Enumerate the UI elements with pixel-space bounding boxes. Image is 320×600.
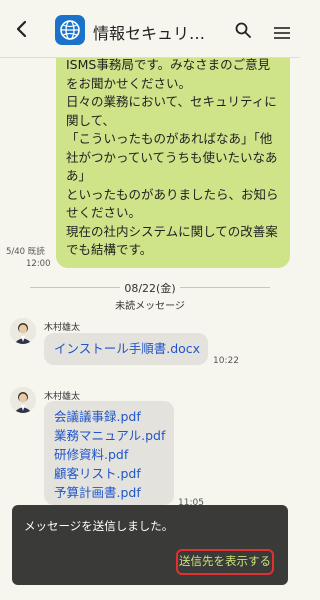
unread-separator: 未読メッセージ <box>30 297 270 312</box>
message-line: あ」 <box>66 168 92 183</box>
chat-title[interactable]: 情報セキュリ… <box>93 20 225 44</box>
avatar[interactable] <box>10 387 36 413</box>
message-time: 12:00 <box>26 259 51 269</box>
file-attachment-link[interactable]: 予算計画書.pdf <box>54 483 164 502</box>
message-line: 関して、 <box>66 112 116 128</box>
message-line: 社がつかっていてうちも使いたいなあ <box>66 149 278 165</box>
message-line: をお聞かせください。 <box>66 75 192 91</box>
avatar[interactable] <box>10 318 36 344</box>
back-button[interactable] <box>12 19 32 39</box>
search-icon <box>235 22 251 38</box>
message-line: 現在の社内システムに関しての改善案 <box>66 223 278 239</box>
search-button[interactable] <box>235 22 251 38</box>
chat-header: 情報セキュリ… <box>0 0 300 58</box>
globe-app-icon <box>55 15 85 45</box>
show-recipients-button[interactable]: 送信先を表示する <box>176 549 274 575</box>
message-line: せください。 <box>66 205 142 220</box>
chevron-left-icon <box>16 20 27 38</box>
sender-name: 木村雄太 <box>44 323 81 333</box>
file-attachment-link[interactable]: 業務マニュアル.pdf <box>54 426 165 445</box>
hamburger-menu-icon <box>274 27 290 39</box>
file-attachment-link[interactable]: インストール手順書.docx <box>54 339 200 358</box>
incoming-message-bubble[interactable]: 会議議事録.pdf 業務マニュアル.pdf 研修資料.pdf 顧客リスト.pdf… <box>44 401 174 505</box>
menu-button[interactable] <box>274 24 290 39</box>
message-line: 「こういったものがあればなあ」「他 <box>66 131 273 146</box>
message-time: 10:22 <box>213 356 239 366</box>
file-attachment-link[interactable]: 顧客リスト.pdf <box>54 464 164 483</box>
file-attachment-link[interactable]: 会議議事録.pdf <box>54 407 164 426</box>
message-line: でも結構です。 <box>66 242 153 257</box>
incoming-message-bubble[interactable]: インストール手順書.docx <box>44 333 208 365</box>
message-line: 日々の業務において、セキュリティに <box>66 94 277 109</box>
own-message-bubble[interactable]: ISMS事務局です。みなさまのご意見 をお聞かせください。 日々の業務において、… <box>56 52 290 268</box>
message-line: といったものがありましたら、お知ら <box>66 186 279 202</box>
file-attachment-link[interactable]: 研修資料.pdf <box>54 445 164 464</box>
read-status[interactable]: 5/40 既読 <box>6 245 45 257</box>
date-separator: 08/22(金) <box>30 280 270 295</box>
bottom-input-area <box>0 585 300 600</box>
unread-label: 未読メッセージ <box>111 301 189 312</box>
toast-message: メッセージを送信しました。 <box>24 519 174 533</box>
message-line: ISMS事務局です。みなさまのご意見 <box>66 57 271 72</box>
date-label: 08/22(金) <box>120 282 180 295</box>
